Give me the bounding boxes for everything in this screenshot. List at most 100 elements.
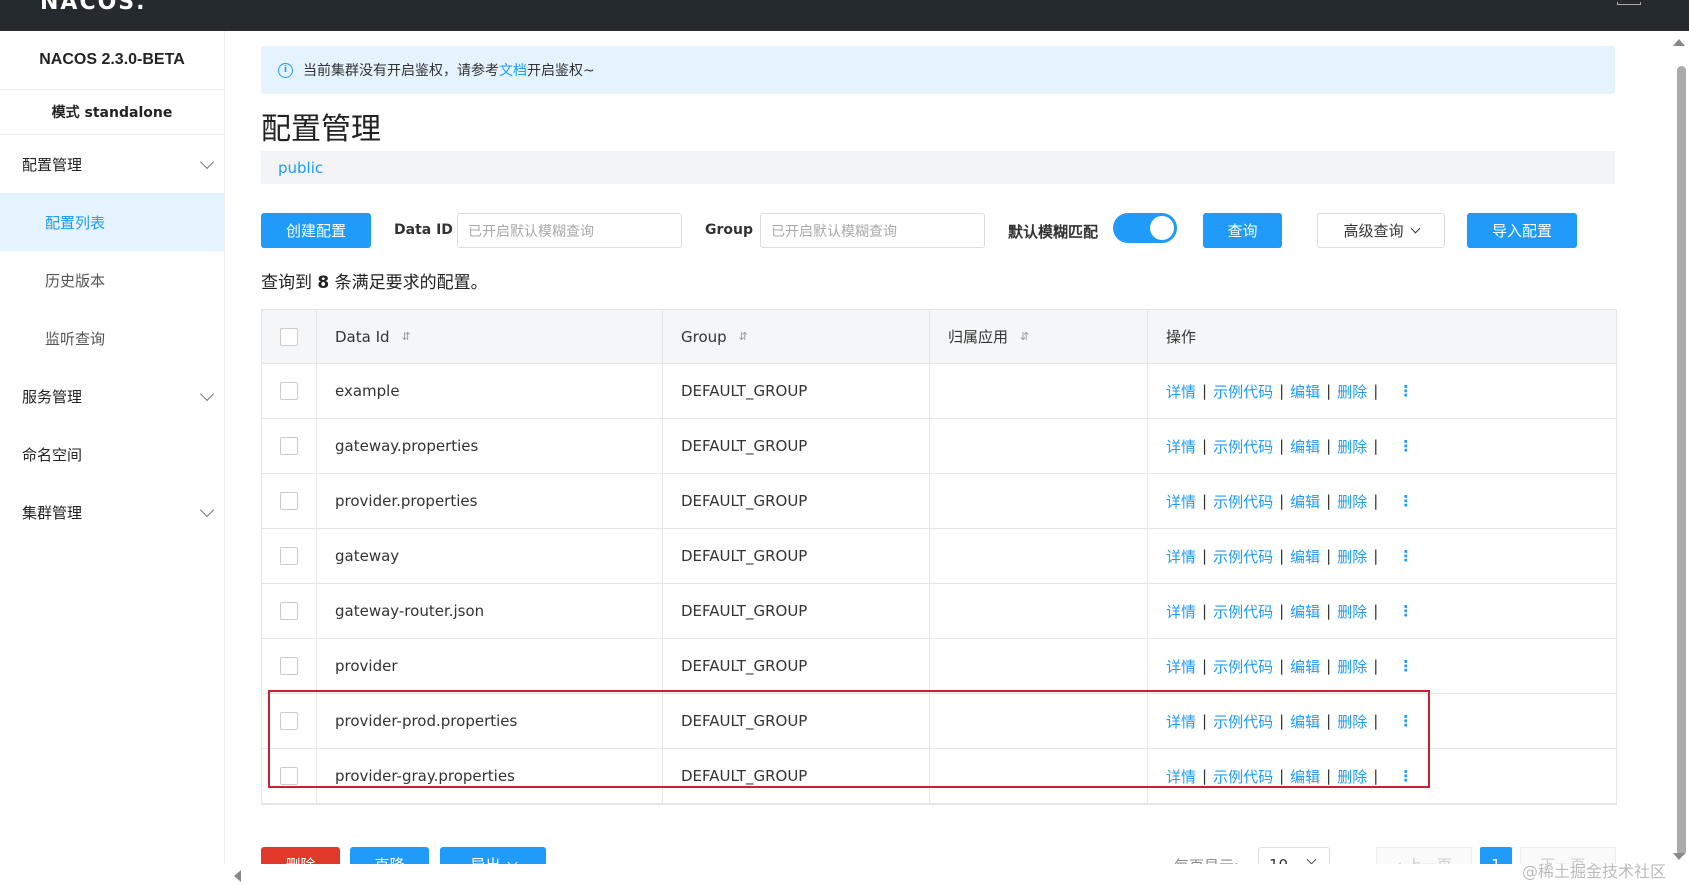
op-separator: | — [1279, 602, 1285, 620]
sidebar-item-listener[interactable]: 监听查询 — [0, 309, 224, 367]
op-link[interactable]: 编辑 — [1290, 546, 1320, 567]
table-header: Data Id ⇵ Group ⇵ 归属应用 ⇵ 操作 — [262, 310, 1616, 364]
page-title: 配置管理 — [261, 112, 381, 147]
op-separator: | — [1202, 602, 1208, 620]
op-link[interactable]: 详情 — [1166, 601, 1196, 622]
more-options-icon[interactable]: ⋮ — [1398, 657, 1413, 675]
op-separator: | — [1373, 602, 1379, 620]
sidebar-group-service[interactable]: 服务管理 — [0, 367, 224, 425]
op-separator: | — [1326, 547, 1332, 565]
scroll-left-icon[interactable] — [234, 870, 241, 882]
sidebar-group-label: 配置管理 — [22, 155, 83, 174]
op-link[interactable]: 示例代码 — [1213, 546, 1273, 567]
sidebar-item-label: 历史版本 — [45, 271, 106, 290]
vertical-scrollbar[interactable] — [1656, 31, 1689, 885]
select-all-checkbox[interactable] — [280, 327, 298, 346]
op-separator: | — [1373, 437, 1379, 455]
result-summary: 查询到 8 条满足要求的配置。 — [261, 268, 488, 293]
cell-dataid: example — [335, 382, 400, 400]
row-checkbox[interactable] — [280, 547, 298, 565]
sort-icon[interactable]: ⇵ — [1020, 330, 1029, 343]
cell-group: DEFAULT_GROUP — [681, 547, 808, 565]
header-app[interactable]: 归属应用 — [948, 326, 1008, 347]
doc-link[interactable]: 文档 — [499, 60, 527, 80]
op-link[interactable]: 删除 — [1337, 656, 1367, 677]
op-link[interactable]: 详情 — [1166, 381, 1196, 402]
chevron-down-icon — [199, 154, 215, 169]
sidebar-item-history[interactable]: 历史版本 — [0, 251, 224, 309]
sidebar-item-label: 配置列表 — [45, 213, 106, 232]
sort-icon[interactable]: ⇵ — [402, 330, 411, 343]
op-link[interactable]: 删除 — [1337, 381, 1367, 402]
scrollbar-thumb[interactable] — [1677, 66, 1686, 856]
op-link[interactable]: 详情 — [1166, 491, 1196, 512]
more-options-icon[interactable]: ⋮ — [1398, 602, 1413, 620]
op-link[interactable]: 详情 — [1166, 546, 1196, 567]
row-checkbox[interactable] — [280, 437, 298, 455]
sidebar-group-config[interactable]: 配置管理 — [0, 135, 224, 193]
cell-dataid: gateway-router.json — [335, 602, 485, 620]
op-link[interactable]: 示例代码 — [1213, 491, 1273, 512]
more-options-icon[interactable]: ⋮ — [1398, 547, 1413, 565]
row-checkbox[interactable] — [280, 492, 298, 510]
header-dataid[interactable]: Data Id — [335, 328, 390, 346]
sidebar-group-cluster[interactable]: 集群管理 — [0, 483, 224, 541]
sort-icon[interactable]: ⇵ — [739, 330, 748, 343]
window-button-icon[interactable] — [1617, 2, 1641, 5]
sidebar-brand: NACOS 2.3.0-BETA — [0, 31, 224, 90]
scroll-up-icon[interactable] — [1673, 39, 1685, 46]
op-link[interactable]: 详情 — [1166, 656, 1196, 677]
op-link[interactable]: 示例代码 — [1213, 436, 1273, 457]
table-row: gateway DEFAULT_GROUP 详情 | 示例代码 | 编辑 | 删除 | ⋮ — [262, 529, 1616, 584]
op-link[interactable]: 示例代码 — [1213, 601, 1273, 622]
info-icon: i — [278, 62, 293, 78]
namespace-tab-public[interactable]: public — [278, 159, 323, 177]
table-row: gateway.properties DEFAULT_GROUP 详情 | 示例代码 | 编… — [262, 419, 1616, 474]
op-link[interactable]: 编辑 — [1290, 436, 1320, 457]
op-link[interactable]: 删除 — [1337, 491, 1367, 512]
scroll-down-icon[interactable] — [1673, 853, 1685, 860]
header-group[interactable]: Group — [681, 328, 727, 346]
cell-group: DEFAULT_GROUP — [681, 492, 808, 510]
sidebar-item-namespace[interactable]: 命名空间 — [0, 425, 224, 483]
fuzzy-match-toggle[interactable] — [1113, 213, 1177, 243]
op-separator: | — [1202, 492, 1208, 510]
horizontal-scrollbar[interactable] — [224, 864, 1656, 885]
op-link[interactable]: 详情 — [1166, 436, 1196, 457]
group-input[interactable]: 已开启默认模糊查询 — [760, 213, 985, 248]
op-link[interactable]: 编辑 — [1290, 656, 1320, 677]
op-separator: | — [1279, 657, 1285, 675]
notice-text-tail: 开启鉴权~ — [527, 63, 595, 79]
row-checkbox[interactable] — [280, 382, 298, 400]
op-link[interactable]: 编辑 — [1290, 601, 1320, 622]
advanced-query-button[interactable]: 高级查询 — [1317, 213, 1445, 248]
top-bar: NACOS. — [0, 0, 1689, 31]
create-config-button[interactable]: 创建配置 — [261, 213, 371, 248]
chevron-down-icon — [1410, 223, 1420, 234]
op-separator: | — [1373, 547, 1379, 565]
more-options-icon[interactable]: ⋮ — [1398, 437, 1413, 455]
row-checkbox[interactable] — [280, 602, 298, 620]
op-link[interactable]: 示例代码 — [1213, 656, 1273, 677]
row-checkbox[interactable] — [280, 657, 298, 675]
op-link[interactable]: 删除 — [1337, 546, 1367, 567]
dataid-input[interactable]: 已开启默认模糊查询 — [457, 213, 682, 248]
more-options-icon[interactable]: ⋮ — [1398, 492, 1413, 510]
namespace-bar: public — [261, 151, 1615, 184]
table-row: provider.properties DEFAULT_GROUP 详情 | 示例代码 |… — [262, 474, 1616, 529]
import-config-button[interactable]: 导入配置 — [1467, 213, 1577, 248]
sidebar-item-config-list[interactable]: 配置列表 — [0, 193, 224, 251]
op-link[interactable]: 删除 — [1337, 601, 1367, 622]
op-link[interactable]: 编辑 — [1290, 381, 1320, 402]
chevron-down-icon — [1306, 854, 1317, 865]
cell-dataid: provider.properties — [335, 492, 478, 510]
more-options-icon[interactable]: ⋮ — [1398, 382, 1413, 400]
op-link[interactable]: 编辑 — [1290, 491, 1320, 512]
sidebar-item-label: 监听查询 — [45, 329, 106, 348]
op-separator: | — [1279, 547, 1285, 565]
sidebar-group-label: 命名空间 — [22, 445, 83, 464]
query-button[interactable]: 查询 — [1203, 213, 1282, 248]
fuzzy-match-label: 默认模糊匹配 — [1008, 223, 1099, 241]
op-link[interactable]: 删除 — [1337, 436, 1367, 457]
op-link[interactable]: 示例代码 — [1213, 381, 1273, 402]
